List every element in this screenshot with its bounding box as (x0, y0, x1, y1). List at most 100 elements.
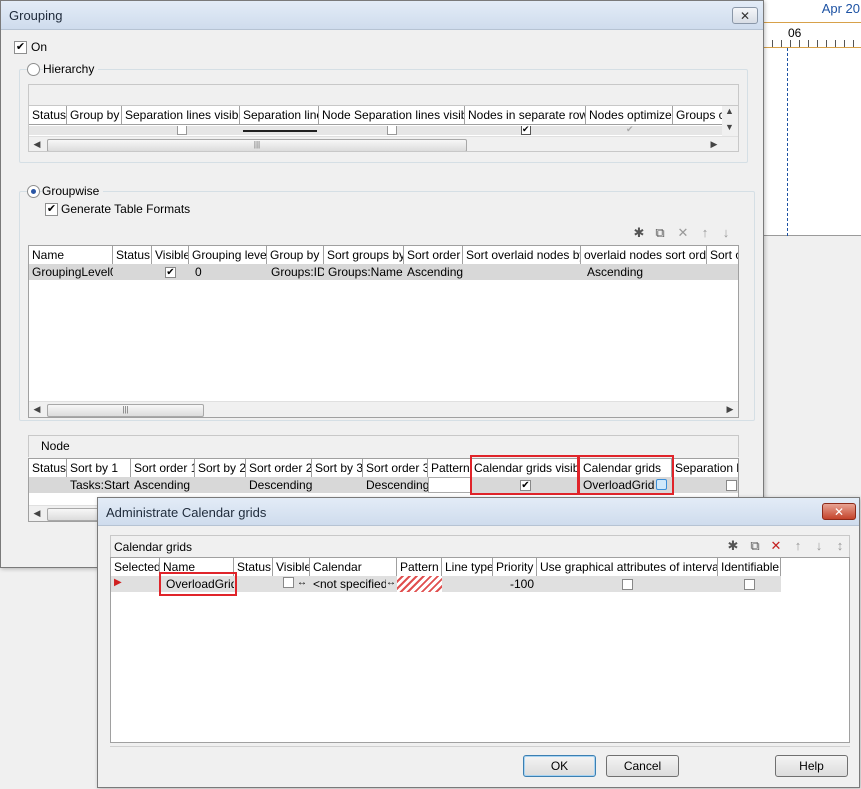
groupwise-row-name: GroupingLevel0 (32, 265, 113, 279)
groupwise-col-name[interactable]: Name (29, 246, 113, 265)
groupwise-row-visible-checkbox[interactable]: ✔ (165, 267, 176, 279)
hierarchy-hscroll[interactable]: ◀ ||| ▶ (29, 136, 738, 151)
groupwise-hscroll[interactable]: ◀ ||| ▶ (29, 401, 738, 417)
hierarchy-label: Hierarchy (43, 62, 99, 76)
admin-titlebar: Administrate Calendar grids ✕ (98, 498, 859, 526)
copy-icon[interactable]: ⧉ (652, 225, 668, 241)
on-checkbox[interactable]: ✔ (14, 41, 27, 54)
node-col-sort-by-3[interactable]: Sort by 3 (312, 459, 363, 478)
groupwise-scroll-thumb[interactable]: ||| (47, 404, 204, 417)
hierarchy-row-separate-rows-checkbox[interactable]: ✔ (521, 125, 531, 135)
grouping-close-button[interactable]: ✕ (732, 7, 758, 24)
cancel-button[interactable]: Cancel (606, 755, 679, 777)
generate-table-formats-checkbox[interactable]: ✔ (45, 203, 58, 216)
node-col-sort-by-1[interactable]: Sort by 1 (67, 459, 131, 478)
node-row-pattern[interactable] (428, 477, 471, 493)
node-col-status[interactable]: Status (29, 459, 67, 478)
node-col-separation[interactable]: Separation lin (672, 459, 738, 478)
hierarchy-col-nodes-separate-rows[interactable]: Nodes in separate rows (465, 106, 586, 125)
hierarchy-col-status[interactable]: Status (29, 106, 67, 125)
hierarchy-col-group-by[interactable]: Group by (67, 106, 122, 125)
grouping-dialog: Grouping ✕ ✔ On Hierarchy Status Group b… (0, 0, 764, 568)
groupwise-row-status (113, 264, 152, 280)
scroll-left-icon[interactable]: ◀ (31, 508, 43, 519)
hierarchy-row[interactable]: ✔ ✔ (29, 125, 722, 135)
groupwise-header: Name Status Visible Grouping level Group… (29, 246, 738, 265)
admin-close-button[interactable]: ✕ (822, 503, 856, 520)
hierarchy-radio[interactable] (27, 63, 40, 76)
admin-row-visible[interactable]: ↔ (273, 576, 310, 592)
node-row-separation-checkbox[interactable] (726, 480, 737, 492)
groupwise-row-visible[interactable]: ✔ (152, 264, 189, 280)
hierarchy-col-node-sep-lines[interactable]: Node Separation lines visible (319, 106, 465, 125)
groupwise-col-sort-order[interactable]: Sort order (404, 246, 463, 265)
highlight-calendar-grids-visible (470, 455, 580, 495)
node-col-sort-order-1[interactable]: Sort order 1 (131, 459, 195, 478)
delete-icon[interactable]: ✕ (768, 538, 784, 554)
hierarchy-vscroll[interactable]: ▲ ▼ (722, 106, 738, 136)
new-icon[interactable]: ✱ (725, 538, 741, 554)
admin-col-priority[interactable]: Priority (493, 558, 537, 577)
node-section: Node (28, 435, 739, 457)
admin-row-use-graphical[interactable] (537, 576, 718, 592)
hierarchy-col-sep-line[interactable]: Separation line (240, 106, 319, 125)
groupwise-col-sort-overlaid[interactable]: Sort overlaid nodes by (463, 246, 581, 265)
hierarchy-row-sep-visible-checkbox[interactable] (177, 126, 187, 135)
ok-button[interactable]: OK (523, 755, 596, 777)
scroll-left-icon[interactable]: ◀ (31, 404, 43, 415)
timescale-ticks (763, 40, 861, 47)
node-col-sort-order-2[interactable]: Sort order 2 (246, 459, 312, 478)
groupwise-row[interactable]: GroupingLevel0 ✔ 0 Groups:ID Groups:Name… (29, 264, 738, 280)
admin-col-selected[interactable]: Selected (111, 558, 160, 577)
admin-col-identifiable[interactable]: Identifiable (718, 558, 781, 577)
groupwise-col-grouping-level[interactable]: Grouping level (189, 246, 267, 265)
hierarchy-col-sep-lines-visible[interactable]: Separation lines visible (122, 106, 240, 125)
admin-row-pattern[interactable] (397, 576, 442, 592)
admin-row-identifiable[interactable] (718, 576, 781, 592)
node-row-sort-order-1: Ascending (134, 478, 191, 492)
admin-row-visible-checkbox[interactable] (283, 577, 295, 588)
new-icon[interactable]: ✱ (631, 225, 647, 241)
groupwise-col-visible[interactable]: Visible (152, 246, 189, 265)
help-button[interactable]: Help (775, 755, 848, 777)
node-row-separation[interactable] (672, 477, 738, 493)
node-row-sort-by-3 (312, 477, 363, 493)
groupwise-col-sort-o[interactable]: Sort o (707, 246, 738, 265)
groupwise-col-status[interactable]: Status (113, 246, 152, 265)
node-col-sort-order-3[interactable]: Sort order 3 (363, 459, 428, 478)
delete-icon[interactable]: ✕ (675, 225, 691, 241)
move-icon[interactable]: ↕ (832, 538, 848, 554)
move-down-icon[interactable]: ↓ (718, 225, 734, 241)
groupwise-col-overlaid-order[interactable]: overlaid nodes sort order (581, 246, 707, 265)
groupwise-table: Name Status Visible Grouping level Group… (28, 245, 739, 418)
generate-table-formats-label: Generate Table Formats (61, 202, 191, 216)
move-down-icon[interactable]: ↓ (811, 538, 827, 554)
admin-col-calendar[interactable]: Calendar (310, 558, 397, 577)
admin-row-calendar-button[interactable]: ↔ (386, 576, 397, 592)
scroll-left-icon[interactable]: ◀ (31, 139, 43, 150)
node-row-sort-by-2 (195, 477, 246, 493)
admin-col-line-type[interactable]: Line type (442, 558, 493, 577)
admin-row-identifiable-checkbox[interactable] (744, 579, 755, 591)
scroll-right-icon[interactable]: ▶ (724, 404, 736, 415)
groupwise-col-group-by[interactable]: Group by (267, 246, 324, 265)
copy-icon[interactable]: ⧉ (747, 538, 763, 554)
admin-col-status[interactable]: Status (234, 558, 273, 577)
groupwise-row-overlaid-order: Ascending (587, 265, 644, 279)
admin-col-pattern[interactable]: Pattern (397, 558, 442, 577)
admin-col-visible[interactable]: Visible (273, 558, 310, 577)
hierarchy-row-node-sep-checkbox[interactable] (387, 126, 397, 135)
hierarchy-scroll-thumb[interactable]: ||| (47, 139, 467, 151)
admin-row-use-graphical-checkbox[interactable] (622, 579, 633, 591)
move-up-icon[interactable]: ↑ (790, 538, 806, 554)
node-col-sort-by-2[interactable]: Sort by 2 (195, 459, 246, 478)
groupwise-col-sort-groups-by[interactable]: Sort groups by (324, 246, 404, 265)
admin-col-use-graphical[interactable]: Use graphical attributes of intervals (537, 558, 718, 577)
node-col-pattern[interactable]: Pattern (428, 459, 471, 478)
move-up-icon[interactable]: ↑ (697, 225, 713, 241)
hierarchy-row-optimized-checkbox[interactable]: ✔ (626, 125, 636, 135)
admin-row-line-type (442, 576, 493, 592)
hierarchy-col-nodes-optimized[interactable]: Nodes optimized (586, 106, 673, 125)
scroll-right-icon[interactable]: ▶ (708, 139, 720, 150)
groupwise-radio[interactable] (27, 185, 40, 198)
